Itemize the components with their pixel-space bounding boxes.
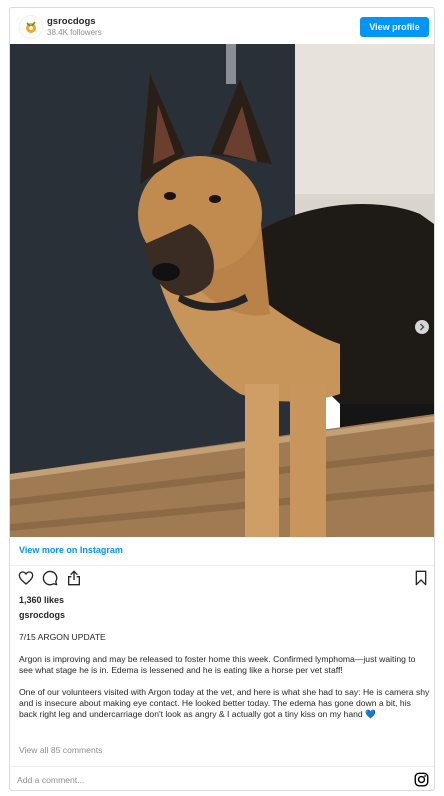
chevron-right-icon [420, 323, 425, 331]
caption-paragraph: 7/15 ARGON UPDATE [19, 632, 106, 642]
heart-icon[interactable] [18, 570, 34, 591]
view-more-row: View more on Instagram [10, 537, 434, 566]
comment-bar [10, 766, 434, 790]
next-slide-button[interactable] [415, 320, 429, 334]
gsroc-logo-icon [26, 21, 36, 33]
post-header: gsrocdogs 38.4K followers View profile [10, 8, 434, 44]
comment-icon[interactable] [42, 570, 58, 591]
follower-count: 38.4K followers [47, 28, 102, 37]
action-bar [10, 568, 434, 590]
instagram-icon[interactable] [414, 772, 429, 790]
share-icon[interactable] [66, 570, 82, 591]
username[interactable]: gsrocdogs [47, 16, 96, 27]
caption-paragraph: Argon is improving and may be released t… [19, 654, 416, 675]
avatar[interactable] [19, 15, 43, 39]
instagram-embed-card: gsrocdogs 38.4K followers View profile V… [9, 7, 435, 791]
bookmark-icon[interactable] [414, 570, 428, 591]
like-count[interactable]: 1,360 likes [19, 595, 64, 605]
view-all-comments-link[interactable]: View all 85 comments [19, 745, 102, 755]
view-profile-button[interactable]: View profile [360, 17, 429, 37]
caption-paragraph: One of our volunteers visited with Argon… [19, 687, 430, 719]
caption: 7/15 ARGON UPDATE Argon is improving and… [19, 632, 431, 731]
comment-input[interactable] [17, 772, 347, 788]
caption-username[interactable]: gsrocdogs [19, 610, 65, 620]
german-shepherd-photo [10, 44, 434, 537]
post-photo[interactable] [10, 44, 434, 537]
view-more-link[interactable]: View more on Instagram [19, 545, 123, 555]
